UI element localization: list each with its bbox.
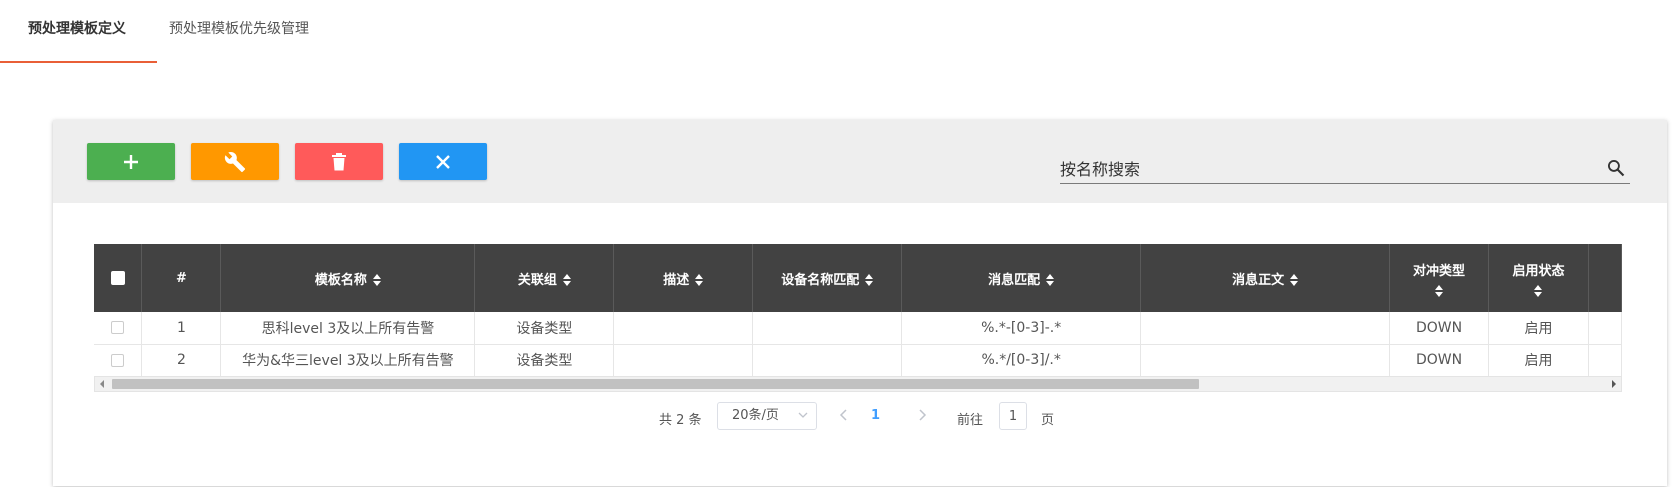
cell-overflow (1588, 344, 1622, 377)
toolbar (53, 120, 1667, 203)
page-size-select[interactable]: 20条/页 (717, 402, 817, 430)
row-checkbox[interactable] (111, 321, 125, 335)
sort-icon[interactable] (372, 274, 381, 286)
search-box (1060, 154, 1630, 184)
header-device-match[interactable]: 设备名称匹配 (752, 244, 903, 312)
cell-message-match: %.*/[0-3]/.* (901, 344, 1142, 377)
select-all-checkbox[interactable] (110, 271, 125, 285)
add-button[interactable] (87, 143, 175, 180)
plus-icon (124, 154, 138, 169)
cancel-button[interactable] (399, 143, 487, 180)
cell-device-match (752, 312, 903, 345)
cell-group: 设备类型 (474, 344, 615, 377)
cell-template-name: 思科level 3及以上所有告警 (220, 312, 476, 345)
goto-label: 前往 (957, 413, 984, 428)
table-row[interactable]: 1 思科level 3及以上所有告警 设备类型 %.*-[0-3]-.* DOW… (94, 312, 1622, 345)
cell-description (613, 344, 754, 377)
cell-offset-type: DOWN (1389, 344, 1489, 377)
cell-template-name: 华为&华三level 3及以上所有告警 (220, 344, 476, 377)
goto-page-input[interactable] (999, 402, 1027, 430)
sort-icon[interactable] (695, 274, 704, 286)
sort-icon[interactable] (1489, 284, 1588, 297)
scroll-right-icon[interactable] (1612, 380, 1616, 388)
cell-group: 设备类型 (474, 312, 615, 345)
close-icon (436, 154, 450, 169)
page-number-current[interactable]: 1 (871, 408, 880, 423)
prev-page-icon[interactable] (839, 408, 849, 422)
page-size-value: 20条/页 (732, 408, 779, 423)
header-status[interactable]: 启用状态 (1488, 244, 1589, 312)
cell-device-match (752, 344, 903, 377)
edit-button[interactable] (191, 143, 279, 180)
wrench-icon (224, 151, 246, 172)
cell-message-match: %.*-[0-3]-.* (901, 312, 1142, 345)
header-select-all[interactable] (94, 244, 143, 312)
row-select-cell[interactable] (94, 344, 143, 377)
total-count: 共 2 条 (659, 413, 702, 428)
trash-icon (332, 152, 346, 170)
template-table: # 模板名称 关联组 描述 设备名称匹配 消息匹配 消息正文 对冲类型 启用状态… (94, 244, 1622, 394)
cell-index: 1 (141, 312, 222, 345)
cell-overflow (1588, 312, 1622, 345)
cell-offset-type: DOWN (1389, 312, 1489, 345)
sort-icon[interactable] (562, 274, 571, 286)
tab-template-priority[interactable]: 预处理模板优先级管理 (169, 18, 309, 40)
search-input[interactable] (1060, 156, 1580, 182)
page-suffix: 页 (1041, 413, 1055, 428)
table-header-row: # 模板名称 关联组 描述 设备名称匹配 消息匹配 消息正文 对冲类型 启用状态 (94, 244, 1622, 312)
cell-index: 2 (141, 344, 222, 377)
template-panel: # 模板名称 关联组 描述 设备名称匹配 消息匹配 消息正文 对冲类型 启用状态… (53, 120, 1667, 486)
pagination: 共 2 条 20条/页 1 前往 页 (53, 402, 1667, 432)
cell-description (613, 312, 754, 345)
chevron-down-icon (798, 412, 808, 418)
next-page-icon[interactable] (917, 408, 927, 422)
header-template-name[interactable]: 模板名称 (220, 244, 476, 312)
sort-icon[interactable] (1046, 274, 1055, 286)
delete-button[interactable] (295, 143, 383, 180)
cell-status: 启用 (1488, 312, 1589, 345)
header-index: # (141, 244, 222, 312)
tab-template-definition[interactable]: 预处理模板定义 (28, 18, 126, 40)
sort-icon[interactable] (865, 274, 874, 286)
header-description[interactable]: 描述 (613, 244, 754, 312)
active-tab-indicator (0, 61, 157, 63)
scrollbar-thumb[interactable] (112, 379, 1199, 389)
header-group[interactable]: 关联组 (474, 244, 615, 312)
header-offset-type[interactable]: 对冲类型 (1389, 244, 1489, 312)
search-icon[interactable] (1606, 158, 1626, 178)
cell-message-body (1140, 312, 1391, 345)
header-overflow (1588, 244, 1622, 312)
cell-status: 启用 (1488, 344, 1589, 377)
row-select-cell[interactable] (94, 312, 143, 345)
cell-message-body (1140, 344, 1391, 377)
header-message-body[interactable]: 消息正文 (1140, 244, 1391, 312)
sort-icon[interactable] (1390, 284, 1488, 297)
tab-bar: 预处理模板定义 预处理模板优先级管理 (0, 0, 1674, 64)
header-message-match[interactable]: 消息匹配 (901, 244, 1142, 312)
table-row[interactable]: 2 华为&华三level 3及以上所有告警 设备类型 %.*/[0-3]/.* … (94, 344, 1622, 377)
row-checkbox[interactable] (111, 353, 125, 367)
horizontal-scrollbar[interactable] (94, 376, 1622, 392)
sort-icon[interactable] (1290, 274, 1299, 286)
scroll-left-icon[interactable] (100, 380, 104, 388)
